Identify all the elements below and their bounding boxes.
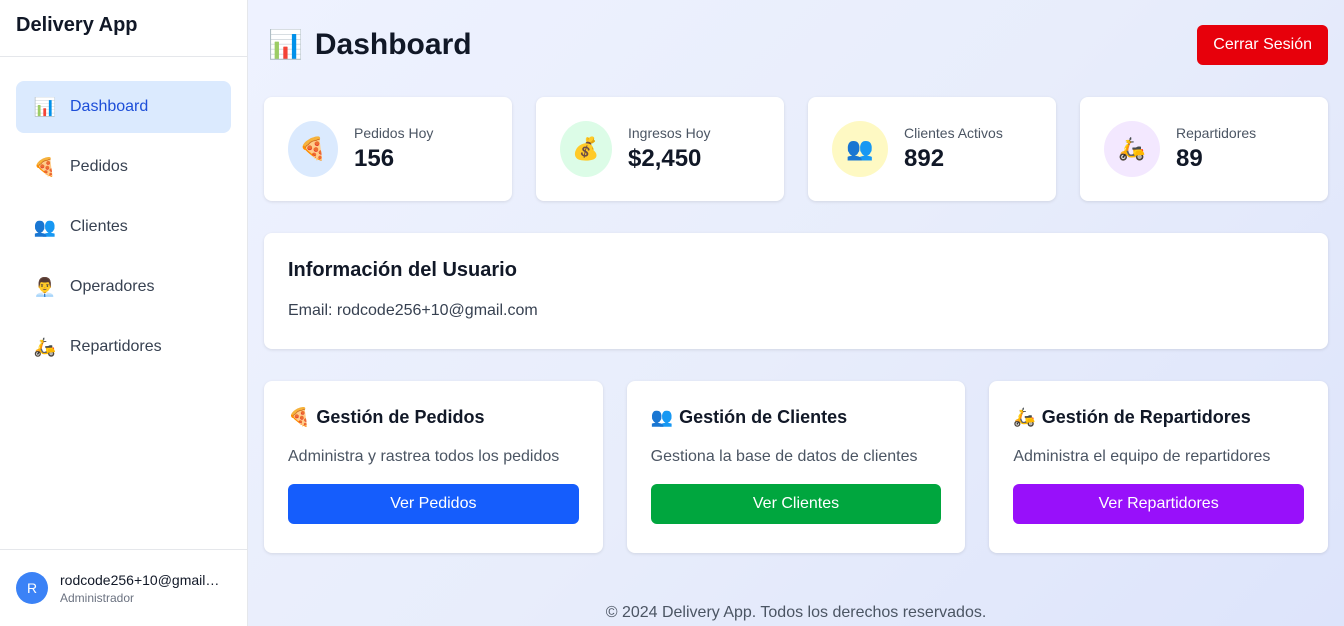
- stat-value: $2,450: [628, 145, 702, 172]
- scooter-icon: 🛵: [33, 336, 57, 357]
- footer: © 2024 Delivery App. Todos los derechos …: [605, 604, 987, 621]
- stat-label: Ingresos Hoy: [628, 125, 711, 141]
- stat-value: 892: [904, 145, 945, 172]
- sidebar-item-label: Clientes: [70, 218, 128, 235]
- stat-card-pedidos: 🍕 Pedidos Hoy 156: [264, 97, 512, 201]
- pizza-icon: 🍕: [288, 121, 338, 177]
- main-content: 📊 Dashboard Cerrar Sesión 🍕 Pedidos Hoy …: [248, 0, 1344, 626]
- sidebar-item-repartidores[interactable]: 🛵 Repartidores: [16, 321, 231, 373]
- user-role: Administrador: [60, 590, 135, 605]
- action-card-clientes: 👥 Gestión de Clientes Gestiona la base d…: [626, 381, 966, 553]
- sidebar-item-dashboard[interactable]: 📊 Dashboard: [16, 81, 231, 133]
- user-info-title: Información del Usuario: [288, 259, 517, 281]
- page-title-text: Dashboard: [314, 27, 472, 61]
- users-icon: 👥: [33, 216, 57, 237]
- office-worker-icon: 👨‍💼: [33, 276, 57, 297]
- sidebar-item-label: Dashboard: [70, 98, 149, 115]
- users-icon: 👥: [832, 121, 888, 177]
- view-orders-button[interactable]: Ver Pedidos: [288, 484, 579, 524]
- bar-chart-icon: 📊: [268, 29, 303, 60]
- sidebar-item-operadores[interactable]: 👨‍💼 Operadores: [16, 261, 231, 313]
- sidebar-item-clientes[interactable]: 👥 Clientes: [16, 201, 231, 253]
- logout-button[interactable]: Cerrar Sesión: [1197, 24, 1328, 65]
- stats-row: 🍕 Pedidos Hoy 156 💰 Ingresos Hoy $2,450 …: [264, 97, 1328, 201]
- pizza-icon: 🍕: [33, 156, 57, 177]
- stat-value: 89: [1176, 145, 1203, 172]
- sidebar-item-label: Pedidos: [70, 158, 128, 175]
- action-title: 🍕 Gestión de Pedidos: [288, 407, 579, 428]
- action-card-pedidos: 🍕 Gestión de Pedidos Administra y rastre…: [264, 381, 603, 553]
- user-profile[interactable]: R rodcode256+10@gmail.com Administrador: [0, 549, 247, 626]
- action-desc: Gestiona la base de datos de clientes: [650, 448, 918, 465]
- app-brand: Delivery App: [0, 0, 247, 57]
- action-title-text: Gestión de Pedidos: [316, 407, 485, 427]
- action-card-repartidores: 🛵 Gestión de Repartidores Administra el …: [989, 381, 1329, 553]
- action-title: 👥 Gestión de Clientes: [651, 407, 942, 428]
- user-info-email: Email: rodcode256+10@gmail.com: [288, 302, 538, 319]
- scooter-icon: 🛵: [1013, 407, 1036, 427]
- page-header: 📊 Dashboard Cerrar Sesión: [264, 0, 1328, 89]
- sidebar-item-label: Operadores: [70, 278, 155, 295]
- actions-row: 🍕 Gestión de Pedidos Administra y rastre…: [264, 381, 1329, 553]
- user-details: rodcode256+10@gmail.com Administrador: [60, 572, 223, 605]
- action-title-text: Gestión de Clientes: [679, 407, 848, 427]
- view-couriers-button[interactable]: Ver Repartidores: [1013, 484, 1305, 524]
- user-info-card: Información del Usuario Email: rodcode25…: [264, 233, 1328, 349]
- stat-label: Clientes Activos: [904, 125, 1003, 141]
- users-icon: 👥: [650, 407, 674, 427]
- sidebar-nav: 📊 Dashboard 🍕 Pedidos 👥 Clientes 👨‍💼 Ope…: [0, 57, 247, 405]
- sidebar: Delivery App 📊 Dashboard 🍕 Pedidos 👥 Cli…: [0, 0, 248, 626]
- action-title: 🛵 Gestión de Repartidores: [1013, 407, 1304, 428]
- sidebar-item-label: Repartidores: [70, 338, 162, 355]
- stat-card-repartidores: 🛵 Repartidores 89: [1080, 97, 1328, 201]
- sidebar-item-pedidos[interactable]: 🍕 Pedidos: [16, 141, 231, 193]
- page-title: 📊 Dashboard: [268, 28, 472, 62]
- stat-card-ingresos: 💰 Ingresos Hoy $2,450: [536, 97, 784, 201]
- avatar: R: [16, 572, 48, 604]
- view-clients-button[interactable]: Ver Clientes: [650, 484, 942, 524]
- action-desc: Administra y rastrea todos los pedidos: [288, 448, 560, 465]
- stat-value: 156: [354, 145, 395, 172]
- scooter-icon: 🛵: [1104, 121, 1160, 177]
- pizza-icon: 🍕: [288, 407, 311, 427]
- money-bag-icon: 💰: [560, 121, 612, 177]
- user-email: rodcode256+10@gmail.com: [60, 571, 223, 588]
- stat-label: Repartidores: [1176, 125, 1257, 141]
- action-title-text: Gestión de Repartidores: [1041, 407, 1251, 427]
- stat-card-clientes: 👥 Clientes Activos 892: [808, 97, 1056, 201]
- bar-chart-icon: 📊: [33, 96, 57, 117]
- action-desc: Administra el equipo de repartidores: [1013, 448, 1271, 465]
- stat-label: Pedidos Hoy: [354, 125, 434, 141]
